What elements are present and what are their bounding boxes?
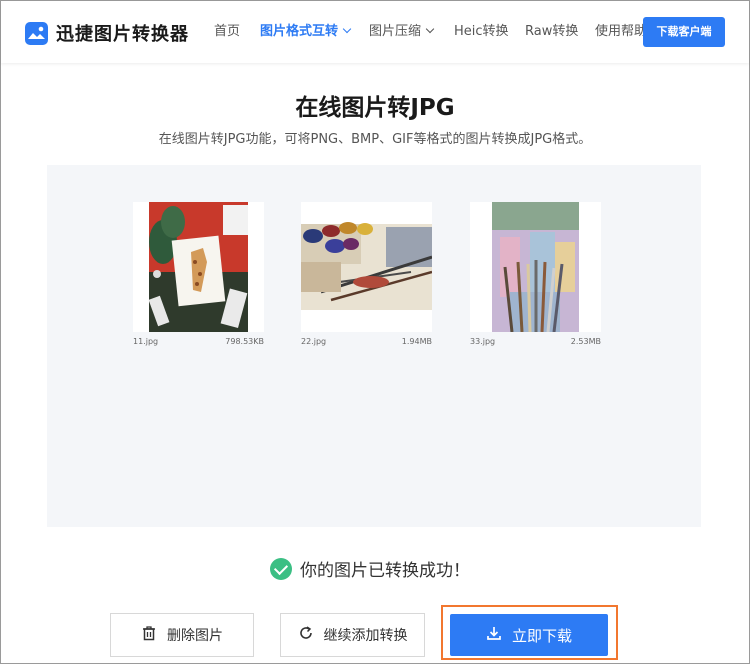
file-thumbnail [301,202,432,332]
file-size: 2.53MB [570,337,601,346]
chevron-down-icon [425,24,435,34]
file-name: 22.jpg [301,337,327,346]
success-message: 你的图片已转换成功！ [270,556,470,581]
nav-format-convert-label: 图片格式互转 [260,24,339,39]
download-client-button[interactable]: 下载客户端 [643,17,725,47]
success-text: 你的图片已转换成功！ [300,561,470,581]
delete-images-button[interactable]: 删除图片 [110,613,254,657]
nav-home[interactable]: 首页 [214,1,240,63]
file-size: 798.53KB [225,337,264,346]
file-card[interactable]: 11.jpg 798.53KB [133,202,264,346]
nav-heic[interactable]: Heic转换 [454,1,509,63]
nav-compress-label: 图片压缩 [369,24,422,39]
image-logo-icon [25,21,48,45]
file-card[interactable]: 33.jpg 2.53MB [470,202,601,346]
nav-raw-label: Raw转换 [525,24,579,39]
logo-text: 迅捷图片转换器 [56,24,189,45]
file-thumbnail [470,202,601,332]
page-title: 在线图片转JPG [295,95,455,121]
chevron-down-icon [342,24,352,34]
trash-icon [141,625,157,645]
nav-raw[interactable]: Raw转换 [525,1,578,63]
nav-help[interactable]: 使用帮助 [595,1,647,63]
file-card[interactable]: 22.jpg 1.94MB [301,202,432,346]
refresh-icon [298,625,314,645]
file-name: 11.jpg [133,337,159,346]
download-now-button[interactable]: 立即下载 [450,614,608,656]
download-now-label: 立即下载 [511,626,572,645]
page-subtitle: 在线图片转JPG功能，可将PNG、BMP、GIF等格式的图片转换成JPG格式。 [158,132,592,147]
file-name: 33.jpg [470,337,496,346]
nav-home-label: 首页 [214,24,241,39]
nav-heic-label: Heic转换 [454,24,509,39]
file-preview-panel: 11.jpg 798.53KB 22.jpg 1.94MB 33.jpg 2.5… [47,165,701,527]
logo[interactable]: 迅捷图片转换器 [25,20,189,46]
top-nav-bar: 迅捷图片转换器 首页 图片格式互转 图片压缩 Heic转换 Raw转换 使用帮助… [1,1,749,63]
check-circle-icon [270,557,292,580]
nav-help-label: 使用帮助 [595,24,648,39]
file-size: 1.94MB [401,337,432,346]
delete-images-label: 删除图片 [167,628,223,644]
download-icon [486,625,502,645]
nav-compress[interactable]: 图片压缩 [369,1,435,63]
nav-format-convert[interactable]: 图片格式互转 [260,1,352,63]
file-thumbnail [133,202,264,332]
continue-add-label: 继续添加转换 [323,628,408,644]
continue-add-button[interactable]: 继续添加转换 [280,613,425,657]
